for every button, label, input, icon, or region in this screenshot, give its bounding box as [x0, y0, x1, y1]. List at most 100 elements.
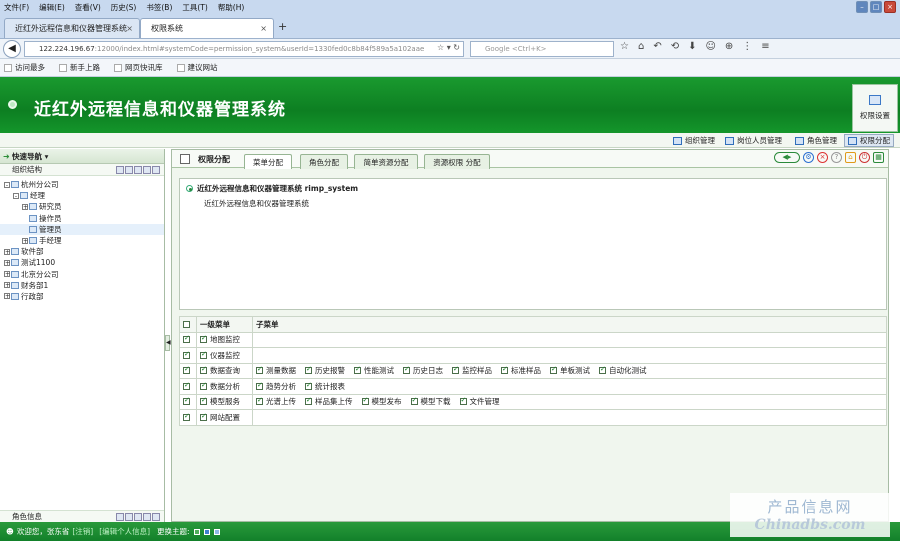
nav-arrows-icon[interactable]: ◀▸: [774, 152, 800, 163]
theme-swatch-light[interactable]: [213, 528, 220, 535]
bookmark-item[interactable]: 访问最多: [4, 62, 45, 73]
expand-icon[interactable]: +: [4, 293, 10, 300]
browser-tab-active[interactable]: 权限系统 ×: [140, 18, 274, 38]
expand-icon[interactable]: +: [4, 248, 10, 255]
theme-swatch-green[interactable]: [193, 528, 200, 535]
tab-role-assign[interactable]: 角色分配: [300, 154, 348, 169]
submenu-item[interactable]: 历史报警: [305, 365, 345, 375]
menu-bookmarks[interactable]: 书签(B): [146, 2, 172, 13]
close-tab-icon[interactable]: ×: [126, 24, 133, 33]
search-input[interactable]: Google <Ctrl+K>: [470, 41, 614, 57]
menu-edit[interactable]: 编辑(E): [39, 2, 65, 13]
menu-checkbox[interactable]: [200, 334, 207, 344]
minimize-icon[interactable]: –: [856, 1, 868, 13]
menu-tools[interactable]: 工具(T): [182, 2, 207, 13]
tree-node[interactable]: - 杭州分公司: [0, 179, 164, 190]
menu-checkbox[interactable]: [200, 350, 207, 359]
submenu-item[interactable]: 测量数据: [256, 365, 296, 375]
submenu-item[interactable]: 趋势分析: [256, 381, 296, 391]
tree-node[interactable]: + 研究员: [0, 201, 164, 212]
menu-checkbox[interactable]: [200, 396, 207, 406]
select-all-checkbox[interactable]: [183, 320, 190, 328]
bookmark-item[interactable]: 新手上路: [59, 62, 100, 73]
panel-splitter[interactable]: ◀: [165, 335, 171, 351]
refresh-icon[interactable]: [125, 166, 133, 174]
edit-profile-link[interactable]: [编辑个人信息]: [99, 526, 150, 537]
tree-node[interactable]: + 手经理: [0, 235, 164, 246]
tree-node[interactable]: + 北京分公司: [0, 269, 164, 280]
home-icon[interactable]: ⌂: [845, 152, 856, 163]
expand-icon[interactable]: [134, 513, 142, 521]
permission-settings-button[interactable]: 权限设置: [852, 84, 898, 132]
tree-node[interactable]: 操作员: [0, 213, 164, 224]
submenu-checkbox[interactable]: [256, 365, 263, 375]
theme-swatch-blue[interactable]: [203, 528, 210, 535]
arrow-icon[interactable]: [143, 513, 151, 521]
settings-icon[interactable]: ⚙: [803, 152, 814, 163]
menu-checkbox[interactable]: [200, 412, 207, 421]
tab-resource-assign[interactable]: 简单资源分配: [354, 154, 418, 169]
collapse-icon[interactable]: [152, 166, 160, 174]
expand-icon[interactable]: +: [4, 271, 10, 278]
collapse-icon[interactable]: -: [4, 181, 10, 188]
quick-nav-header[interactable]: ➜ 快速导航 ▾: [0, 149, 164, 164]
row-checkbox[interactable]: [183, 365, 190, 375]
tree-node[interactable]: + 软件部: [0, 246, 164, 257]
row-checkbox[interactable]: [183, 412, 190, 421]
submenu-checkbox[interactable]: [599, 365, 606, 375]
submenu-item[interactable]: 模型下载: [410, 396, 451, 406]
help-icon[interactable]: ?: [831, 152, 842, 163]
tree-node[interactable]: 管理员: [0, 223, 164, 235]
menu-history[interactable]: 历史(S): [111, 2, 137, 13]
bookmark-item[interactable]: 建议网站: [176, 62, 218, 73]
search-icon[interactable]: [116, 513, 124, 521]
submenu-checkbox[interactable]: [403, 365, 410, 375]
bookmark-item[interactable]: 网页快讯库: [114, 62, 163, 73]
expand-icon[interactable]: +: [4, 259, 10, 266]
tab-menu-assign[interactable]: 菜单分配: [244, 154, 292, 169]
submenu-item[interactable]: 监控样品: [452, 365, 492, 375]
submenu-item[interactable]: 历史日志: [403, 365, 443, 375]
system-radio[interactable]: [186, 185, 193, 192]
grid-menu-icon[interactable]: ▦: [873, 152, 884, 163]
expand-icon[interactable]: +: [22, 203, 28, 210]
tree-node[interactable]: + 行政部: [0, 291, 164, 302]
submenu-item[interactable]: 标准样品: [501, 365, 541, 375]
submenu-checkbox[interactable]: [550, 365, 557, 375]
expand-icon[interactable]: +: [22, 237, 28, 244]
arrow-icon[interactable]: [143, 166, 151, 174]
tab-staff-management[interactable]: 岗位人员管理: [725, 134, 782, 147]
menu-view[interactable]: 查看(V): [75, 2, 101, 13]
tab-org-management[interactable]: 组织管理: [673, 134, 715, 147]
add-icon[interactable]: [152, 513, 160, 521]
maximize-icon[interactable]: □: [870, 1, 882, 13]
row-checkbox[interactable]: [183, 334, 190, 344]
submenu-checkbox[interactable]: [452, 365, 459, 375]
submenu-checkbox[interactable]: [501, 365, 508, 375]
submenu-item[interactable]: 自动化测试: [599, 365, 647, 375]
submenu-checkbox[interactable]: [410, 396, 418, 406]
browser-tab[interactable]: 近红外远程信息和仪器管理系统 ×: [4, 18, 140, 38]
close-icon[interactable]: ×: [817, 152, 828, 163]
submenu-item[interactable]: 模型发布: [361, 396, 402, 406]
system-radio-row[interactable]: 近红外远程信息和仪器管理系统 rimp_system: [186, 183, 358, 194]
close-tab-icon[interactable]: ×: [260, 24, 267, 33]
submenu-checkbox[interactable]: [305, 381, 312, 390]
expand-icon[interactable]: [134, 166, 142, 174]
tree-node[interactable]: + 测试1100: [0, 257, 164, 268]
close-window-icon[interactable]: ×: [884, 1, 896, 13]
tab-role-management[interactable]: 角色管理: [795, 134, 837, 147]
submenu-item[interactable]: 样品集上传: [305, 396, 353, 406]
tab-resource-permission[interactable]: 资源权限 分配: [424, 154, 490, 169]
exit-icon[interactable]: ⏻: [859, 152, 870, 163]
logout-link[interactable]: [注销]: [72, 526, 93, 537]
back-icon[interactable]: ◀: [3, 40, 21, 58]
submenu-item[interactable]: 光谱上传: [256, 396, 296, 406]
submenu-checkbox[interactable]: [305, 396, 312, 406]
submenu-item[interactable]: 文件管理: [459, 396, 500, 406]
toolbar-icons[interactable]: ☆⌂↶⟲⬇☺⊕⋮≡: [620, 41, 779, 52]
row-checkbox[interactable]: [183, 396, 190, 406]
url-bar[interactable]: 122.224.196.67 :12000/index.html#systemC…: [24, 41, 464, 57]
menu-file[interactable]: 文件(F): [4, 2, 29, 13]
reload-icon[interactable]: ☆ ▾ ↻: [437, 43, 460, 52]
